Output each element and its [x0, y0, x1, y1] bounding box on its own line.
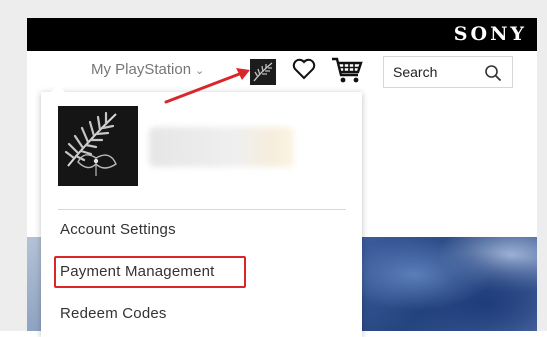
dropdown-divider [58, 209, 346, 210]
search-icon[interactable] [484, 64, 502, 82]
playstation-nav-bar: My PlayStation ⌄ Search [27, 51, 537, 95]
heart-icon[interactable] [291, 56, 317, 82]
screenshot-frame-top [0, 0, 547, 18]
sony-top-bar: SONY [27, 18, 537, 51]
annotation-arrow [164, 68, 250, 104]
profile-avatar-large[interactable] [58, 106, 138, 186]
menu-item-redeem-codes[interactable]: Redeem Codes [60, 305, 167, 322]
account-dropdown-menu: Account Settings Payment Management Rede… [41, 85, 362, 337]
dropdown-caret [51, 85, 65, 92]
search-label: Search [393, 64, 438, 80]
payment-management-highlight [54, 256, 246, 288]
fern-moth-avatar-icon [58, 106, 138, 186]
screenshot-frame-right [537, 0, 547, 331]
background-banner-edge [27, 237, 41, 331]
menu-item-account-settings[interactable]: Account Settings [60, 221, 176, 238]
shopping-cart-icon[interactable] [330, 55, 364, 85]
search-field[interactable]: Search [383, 56, 513, 88]
sony-logo[interactable]: SONY [454, 23, 527, 45]
blurred-username [149, 127, 294, 167]
screenshot-frame-left [0, 0, 27, 331]
promo-banner-image [362, 237, 537, 331]
